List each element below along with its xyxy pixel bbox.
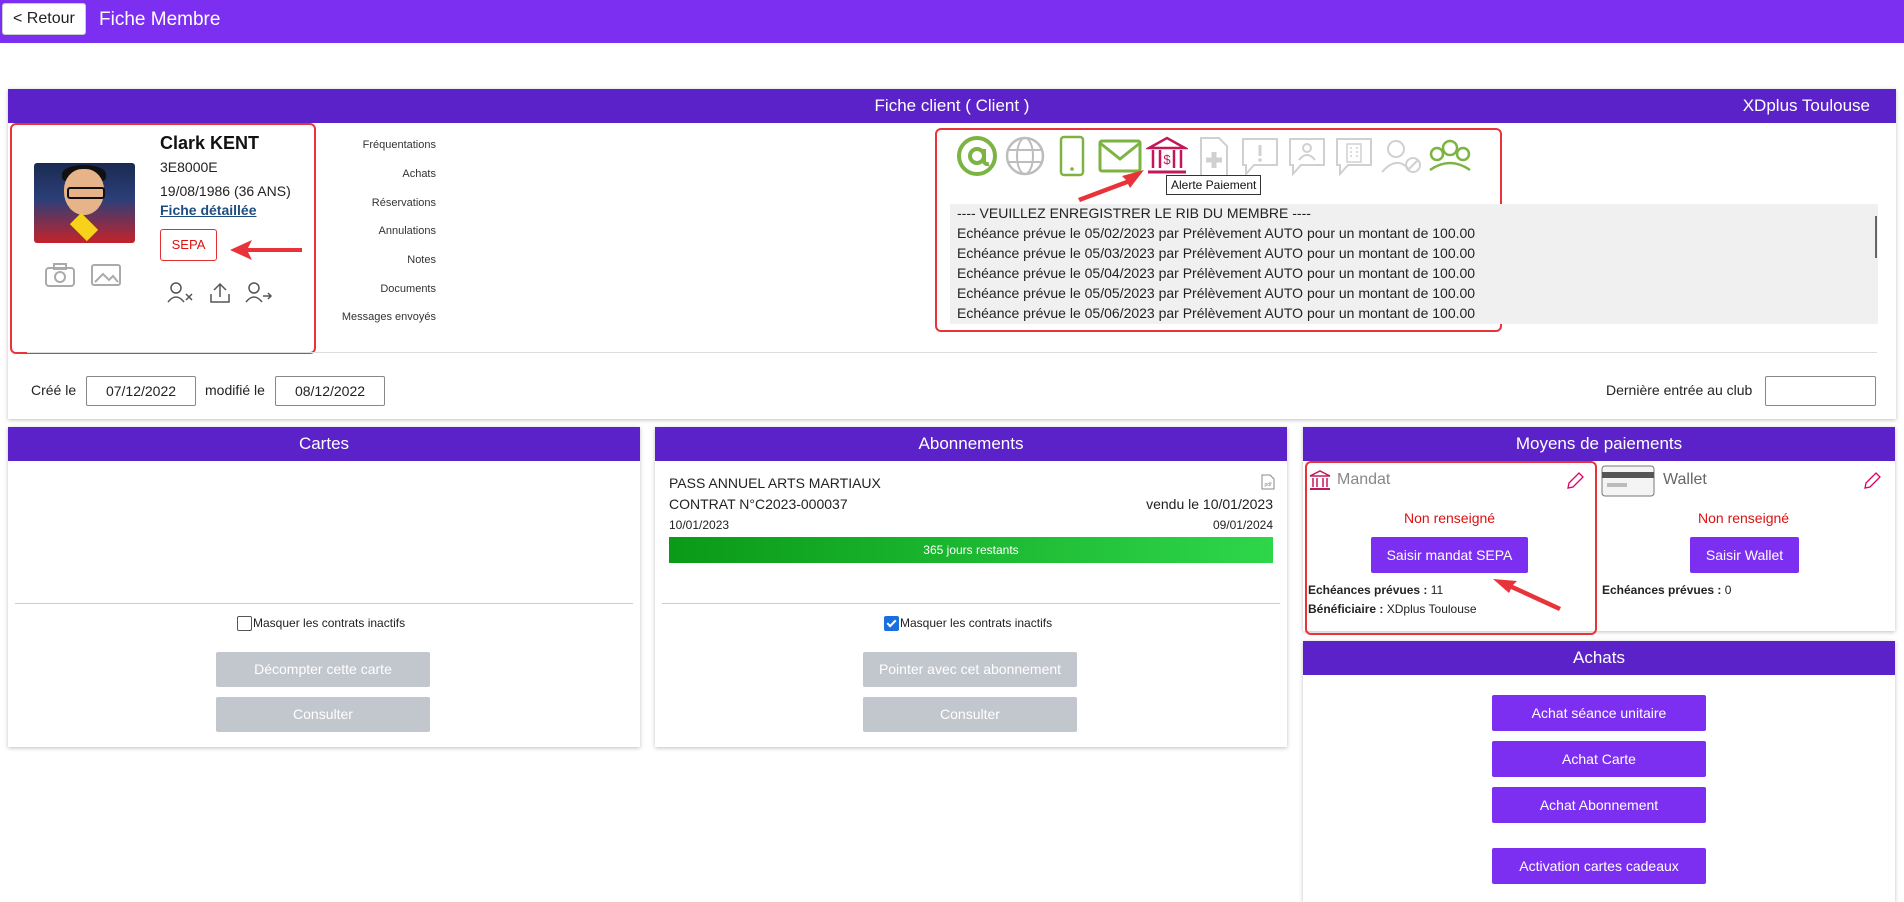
wallet-edit-icon[interactable]: [1862, 471, 1882, 491]
alert-message-line: Echéance prévue le 05/02/2023 par Prélèv…: [957, 225, 1476, 241]
alert-message-line: Echéance prévue le 05/03/2023 par Prélèv…: [957, 245, 1476, 261]
medical-doc-icon[interactable]: [1198, 136, 1230, 178]
created-date-field[interactable]: 07/12/2022: [86, 376, 196, 406]
abonnements-header: Abonnements: [655, 427, 1287, 461]
camera-icon[interactable]: [44, 262, 76, 288]
web-icon[interactable]: [1004, 135, 1046, 177]
cartes-hide-inactive-label: Masquer les contrats inactifs: [253, 616, 406, 630]
achat-seance-unitaire-button[interactable]: Achat séance unitaire: [1492, 695, 1706, 731]
wallet-echeances-value: 0: [1724, 583, 1732, 597]
contact-card-icon[interactable]: [1287, 136, 1327, 178]
wallet-title: Wallet: [1663, 471, 1707, 488]
client-separator: [27, 352, 1877, 353]
cartes-hide-inactive-checkbox[interactable]: [237, 616, 252, 631]
nav-reservations[interactable]: Réservations: [372, 197, 436, 209]
page-title: Fiche Membre: [99, 9, 221, 30]
image-icon[interactable]: [90, 263, 122, 287]
member-birth: 19/08/1986 (36 ANS): [160, 183, 291, 199]
last-entry-field[interactable]: [1765, 376, 1876, 406]
modified-date-field[interactable]: 08/12/2022: [275, 376, 385, 406]
achat-carte-button[interactable]: Achat Carte: [1492, 741, 1706, 777]
sepa-badge: SEPA: [160, 229, 217, 261]
nav-achats[interactable]: Achats: [402, 168, 436, 180]
user-blocked-icon[interactable]: [1380, 138, 1424, 176]
alert-message-line: Echéance prévue le 05/06/2023 par Prélèv…: [957, 305, 1476, 321]
nav-annulations[interactable]: Annulations: [379, 225, 437, 237]
saisir-wallet-button[interactable]: Saisir Wallet: [1690, 537, 1799, 573]
detail-link[interactable]: Fiche détaillée: [160, 202, 256, 218]
alert-message-line: Echéance prévue le 05/05/2023 par Prélèv…: [957, 285, 1476, 301]
nav-frequentations[interactable]: Fréquentations: [363, 139, 436, 151]
nav-documents[interactable]: Documents: [380, 283, 436, 295]
contract-sold-date: vendu le 10/01/2023: [1146, 496, 1273, 512]
wallet-card-icon: [1601, 465, 1655, 497]
abonnements-divider: [662, 603, 1280, 604]
cartes-header: Cartes: [8, 427, 640, 461]
arrow-annotation-mandat: [1493, 579, 1561, 611]
contract-end-date: 09/01/2024: [1212, 518, 1273, 532]
modified-label: modifié le: [205, 382, 265, 398]
contract-name: PASS ANNUEL ARTS MARTIAUX: [669, 475, 881, 491]
remaining-days-progress: 365 jours restants: [669, 537, 1273, 563]
contract-start-date: 10/01/2023: [669, 518, 730, 532]
back-button[interactable]: < Retour: [2, 3, 86, 35]
user-transfer-icon[interactable]: [244, 280, 274, 304]
abonnements-hide-inactive-label: Masquer les contrats inactifs: [900, 616, 1053, 630]
top-bar: < Retour Fiche Membre: [0, 0, 1904, 43]
arrow-annotation-sepa: [230, 240, 302, 260]
abonnements-hide-inactive-checkbox[interactable]: [884, 616, 899, 631]
pointer-abonnement-button[interactable]: Pointer avec cet abonnement: [863, 652, 1077, 687]
pdf-file-icon[interactable]: pdf: [1261, 474, 1275, 490]
achat-abonnement-button[interactable]: Achat Abonnement: [1492, 787, 1706, 823]
client-panel-title: Fiche client ( Client ): [874, 96, 1030, 115]
svg-text:$: $: [1163, 152, 1171, 167]
created-label: Créé le: [31, 382, 77, 398]
nav-notes[interactable]: Notes: [407, 254, 436, 266]
arrow-annotation-bank: [1078, 170, 1144, 202]
achats-header: Achats: [1303, 641, 1895, 675]
last-entry-label: Dernière entrée au club: [1606, 382, 1753, 398]
abonnements-consulter-button[interactable]: Consulter: [863, 697, 1077, 732]
payment-alert-tooltip: Alerte Paiement: [1166, 175, 1262, 195]
club-name: XDplus Toulouse: [1742, 96, 1870, 115]
messages-scrollbar[interactable]: [1875, 216, 1877, 258]
building-icon[interactable]: [1334, 136, 1374, 178]
alert-message-icon[interactable]: [1240, 136, 1280, 178]
svg-text:pdf: pdf: [1265, 482, 1273, 488]
alert-message-line: Echéance prévue le 05/04/2023 par Prélèv…: [957, 265, 1476, 281]
member-avatar[interactable]: [34, 163, 135, 243]
alert-message-line: ---- VEUILLEZ ENREGISTRER LE RIB DU MEMB…: [957, 205, 1311, 221]
email-at-icon[interactable]: [956, 135, 998, 177]
user-remove-icon[interactable]: [166, 280, 194, 304]
cartes-consulter-button[interactable]: Consulter: [216, 697, 430, 732]
member-name: Clark KENT: [160, 133, 260, 153]
upload-icon[interactable]: [208, 280, 232, 304]
wallet-echeances-label: Echéances prévues :: [1602, 583, 1722, 597]
paiements-header: Moyens de paiements: [1303, 427, 1895, 461]
contract-number: CONTRAT N°C2023-000037: [669, 496, 848, 512]
activation-cartes-cadeaux-button[interactable]: Activation cartes cadeaux: [1492, 848, 1706, 884]
wallet-status: Non renseigné: [1698, 510, 1790, 526]
bank-payment-icon[interactable]: $: [1146, 136, 1188, 176]
nav-messages-envoyes[interactable]: Messages envoyés: [342, 311, 436, 323]
group-icon[interactable]: [1428, 138, 1472, 174]
member-code: 3E8000E: [160, 159, 218, 175]
client-panel-header: Fiche client ( Client ) XDplus Toulouse: [8, 89, 1896, 123]
decompter-carte-button[interactable]: Décompter cette carte: [216, 652, 430, 687]
cartes-divider: [15, 603, 633, 604]
